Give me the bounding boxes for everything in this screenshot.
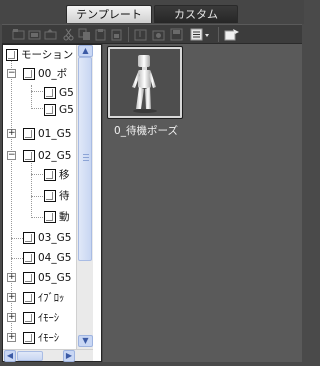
folder-icon bbox=[44, 168, 56, 181]
open-folder-icon[interactable] bbox=[28, 28, 41, 41]
expand-toggle[interactable]: + bbox=[7, 313, 16, 322]
tab-template[interactable]: テンプレート bbox=[66, 5, 152, 23]
save-icon[interactable] bbox=[170, 28, 183, 41]
tree-item[interactable]: 移 bbox=[44, 166, 70, 183]
toolbar bbox=[2, 24, 302, 44]
folder-icon bbox=[23, 127, 35, 140]
expand-toggle[interactable]: + bbox=[7, 293, 16, 302]
folder-icon bbox=[44, 189, 56, 202]
cut-icon[interactable] bbox=[62, 28, 75, 41]
new-folder-icon[interactable] bbox=[12, 28, 25, 41]
folder-tree[interactable]: モーション − 00_ポ G5 G5 + 01_G5 − 02_G5 移 待 動… bbox=[2, 44, 102, 362]
folder-icon bbox=[23, 291, 35, 304]
tree-content: モーション − 00_ポ G5 G5 + 01_G5 − 02_G5 移 待 動… bbox=[3, 45, 76, 349]
horizontal-scrollbar[interactable]: ◀ ▶ bbox=[3, 349, 93, 362]
tree-item[interactable]: 00_ポ bbox=[23, 65, 67, 82]
thumbnail bbox=[107, 46, 183, 119]
scroll-up-button[interactable]: ▲ bbox=[78, 45, 93, 57]
collapse-toggle[interactable]: − bbox=[7, 151, 16, 160]
scroll-down-button[interactable]: ▼ bbox=[78, 335, 93, 347]
paste-icon[interactable] bbox=[94, 28, 107, 41]
tree-item[interactable]: 05_G5 bbox=[23, 269, 71, 286]
scroll-right-button[interactable]: ▶ bbox=[63, 350, 75, 362]
expand-toggle[interactable]: + bbox=[7, 273, 16, 282]
tree-item[interactable]: 動 bbox=[44, 208, 70, 225]
view-menu-icon[interactable] bbox=[190, 28, 212, 41]
expand-toggle[interactable]: + bbox=[7, 129, 16, 138]
folder-icon bbox=[23, 231, 35, 244]
figure-icon bbox=[132, 55, 157, 113]
folder-icon bbox=[23, 311, 35, 324]
folder-icon bbox=[23, 67, 35, 80]
folder-icon bbox=[23, 149, 35, 162]
tree-item[interactable]: 04_G5 bbox=[23, 249, 71, 266]
tab-bar: テンプレート カスタム bbox=[0, 0, 304, 24]
tree-item[interactable]: ｲﾓｰｼ bbox=[23, 329, 59, 346]
item-caption: 0_待機ポーズ bbox=[114, 125, 178, 137]
add-item-icon[interactable] bbox=[224, 28, 242, 41]
item-grid: 0_待機ポーズ bbox=[103, 44, 302, 362]
import-icon[interactable] bbox=[134, 28, 147, 41]
tree-item[interactable]: 03_G5 bbox=[23, 229, 71, 246]
expand-toggle[interactable]: + bbox=[7, 333, 16, 342]
folder-icon bbox=[44, 210, 56, 223]
tree-item[interactable]: ｲﾌﾞﾛｯ bbox=[23, 289, 64, 306]
copy-icon[interactable] bbox=[78, 28, 91, 41]
export-icon[interactable] bbox=[152, 28, 165, 41]
scroll-left-button[interactable]: ◀ bbox=[4, 350, 16, 362]
folder-icon bbox=[44, 103, 56, 116]
tree-item[interactable]: G5 bbox=[44, 84, 74, 101]
folder-icon bbox=[23, 271, 35, 284]
paste-alt-icon[interactable] bbox=[110, 28, 123, 41]
tree-item[interactable]: ｲﾓｰｼ bbox=[23, 309, 59, 326]
scrollbar-thumb[interactable] bbox=[78, 57, 92, 261]
folder-icon bbox=[44, 86, 56, 99]
vertical-scrollbar[interactable]: ▲ ▼ bbox=[76, 45, 93, 349]
tree-item[interactable]: 02_G5 bbox=[23, 147, 71, 164]
scrollbar-thumb[interactable] bbox=[17, 351, 43, 361]
folder-up-icon[interactable] bbox=[44, 28, 57, 41]
tab-custom[interactable]: カスタム bbox=[154, 5, 238, 23]
folder-icon bbox=[6, 48, 18, 61]
collapse-toggle[interactable]: − bbox=[7, 69, 16, 78]
tree-item[interactable]: 01_G5 bbox=[23, 125, 71, 142]
folder-icon bbox=[23, 251, 35, 264]
tree-item[interactable]: 待 bbox=[44, 187, 70, 204]
folder-icon bbox=[23, 331, 35, 344]
tree-item[interactable]: G5 bbox=[44, 101, 74, 118]
grid-item[interactable]: 0_待機ポーズ bbox=[103, 44, 193, 140]
tree-item[interactable]: モーション bbox=[6, 46, 73, 63]
